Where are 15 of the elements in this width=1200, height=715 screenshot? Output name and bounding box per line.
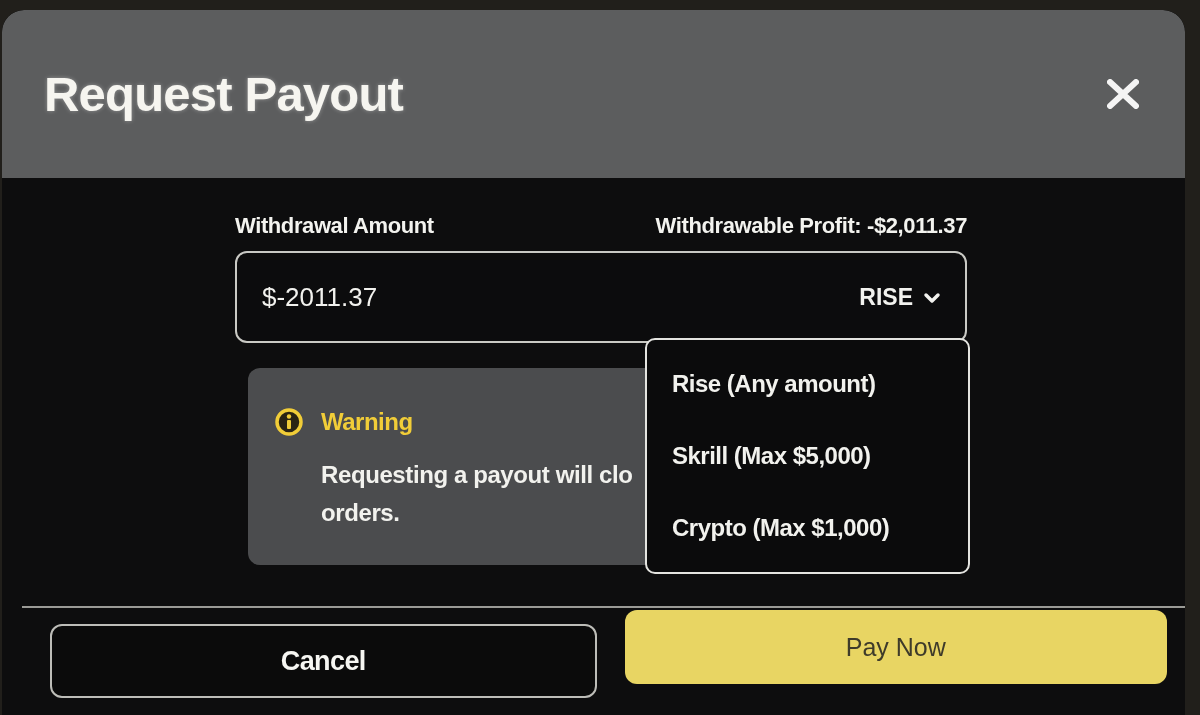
dropdown-option[interactable]: Crypto (Max $1,000) xyxy=(647,492,968,564)
caret-icon xyxy=(923,290,941,304)
close-button[interactable] xyxy=(1107,79,1139,109)
field-label: Withdrawal Amount xyxy=(235,213,434,239)
warning-title: Warning xyxy=(321,408,413,436)
warning-text: Requesting a payout will clo orders. xyxy=(321,460,633,528)
dropdown-option[interactable]: Skrill (Max $5,000) xyxy=(647,420,968,492)
pay-now-button[interactable]: Pay Now xyxy=(624,610,1167,684)
info-icon xyxy=(275,408,303,436)
dialog-title: Request Payout xyxy=(44,66,404,122)
close-icon xyxy=(1107,79,1139,109)
cancel-button[interactable]: Cancel xyxy=(50,624,597,698)
profit-text: Withdrawable Profit: -$2,011.37 xyxy=(655,213,967,239)
method-select[interactable]: RISE xyxy=(855,275,945,319)
dropdown-option[interactable]: Rise (Any amount) xyxy=(647,348,968,420)
